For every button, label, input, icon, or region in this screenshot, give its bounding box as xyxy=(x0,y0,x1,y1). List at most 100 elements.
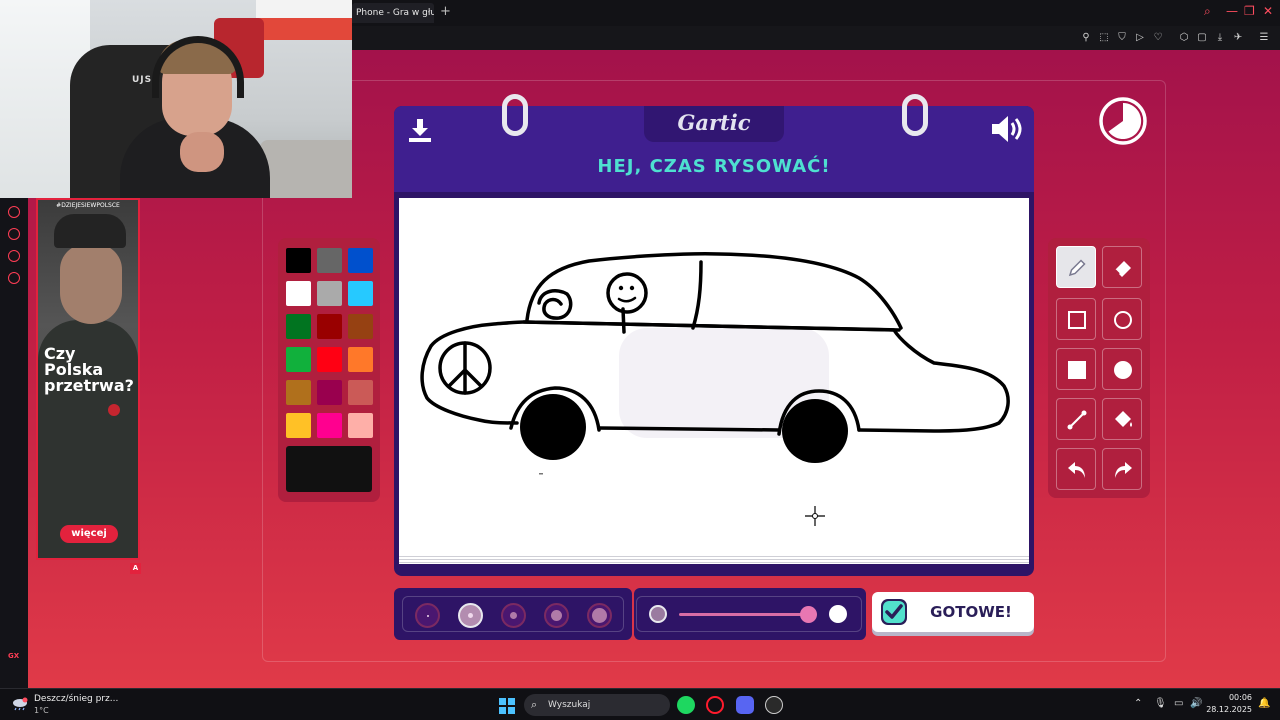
color-swatch[interactable] xyxy=(286,248,311,273)
color-palette xyxy=(278,238,380,502)
tool-ellipse-outline[interactable] xyxy=(1102,298,1142,340)
search-icon: ⌕ xyxy=(531,698,538,711)
color-swatch[interactable] xyxy=(317,248,342,273)
eraser-icon xyxy=(1114,261,1131,277)
line-icon xyxy=(1067,410,1087,430)
opacity-slider-handle[interactable] xyxy=(800,606,818,623)
undo-icon xyxy=(1068,462,1085,478)
color-swatch[interactable] xyxy=(286,413,311,438)
extensions-icon[interactable]: ⬡ xyxy=(1178,32,1190,44)
ad-headline: Czy Polska przetrwa? xyxy=(44,344,134,395)
microphone-icon[interactable]: 🎙 xyxy=(1154,698,1167,709)
app-icon[interactable] xyxy=(765,696,783,714)
color-swatch[interactable] xyxy=(348,347,373,372)
ad-medal-icon xyxy=(108,404,120,416)
tool-ellipse-filled[interactable] xyxy=(1102,348,1142,390)
brush-size-1[interactable] xyxy=(415,603,440,628)
minimize-icon[interactable]: — xyxy=(1226,4,1238,18)
tool-rectangle-outline[interactable] xyxy=(1056,298,1096,340)
speaker-icon[interactable]: 🔊 xyxy=(1190,698,1202,709)
tray-chevron-icon[interactable]: ⌃ xyxy=(1134,698,1142,709)
drawing-canvas[interactable] xyxy=(399,198,1029,558)
tool-redo[interactable] xyxy=(1102,448,1142,490)
ellipse-outline-icon xyxy=(1114,311,1132,329)
color-swatch[interactable] xyxy=(286,347,311,372)
brush-size-4[interactable] xyxy=(544,603,569,628)
tools-panel xyxy=(1048,238,1150,498)
opera-gx-icon[interactable] xyxy=(706,696,724,714)
new-tab-button[interactable]: + xyxy=(440,4,451,19)
sidebar-chat-icon[interactable] xyxy=(8,250,20,262)
color-swatch[interactable] xyxy=(317,380,342,405)
current-color-preview xyxy=(286,446,372,492)
ad-cap xyxy=(54,214,126,248)
ad-banner[interactable]: #DZIEJESIEWPOLSCE Czy Polska przetrwa? w… xyxy=(36,198,140,560)
heart-icon[interactable]: ♡ xyxy=(1152,32,1164,44)
pin-icon[interactable]: ⚲ xyxy=(1080,32,1092,44)
tool-rectangle-filled[interactable] xyxy=(1056,348,1096,390)
color-swatch[interactable] xyxy=(317,347,342,372)
color-swatch[interactable] xyxy=(317,413,342,438)
sidebar-settings-icon[interactable] xyxy=(8,272,20,284)
weather-temperature[interactable]: 1°C xyxy=(34,706,49,715)
menu-icon[interactable]: ☰ xyxy=(1258,32,1270,44)
sidebar-history-icon[interactable] xyxy=(8,228,20,240)
opacity-min-icon xyxy=(649,605,667,623)
color-swatch[interactable] xyxy=(317,314,342,339)
notifications-icon[interactable]: 🔔 xyxy=(1258,698,1270,709)
color-swatch[interactable] xyxy=(317,281,342,306)
screenshot-icon[interactable]: ⬚ xyxy=(1098,32,1110,44)
sidebar-messenger-icon[interactable] xyxy=(8,206,20,218)
tool-fill[interactable] xyxy=(1102,398,1142,440)
color-swatch[interactable] xyxy=(286,314,311,339)
clock-time[interactable]: 00:06 xyxy=(1210,693,1252,702)
volume-icon[interactable] xyxy=(990,114,1024,144)
brush-size-2[interactable] xyxy=(458,603,483,628)
network-icon[interactable]: ▭ xyxy=(1174,698,1183,709)
webcam-flag xyxy=(256,0,352,18)
check-icon xyxy=(881,599,907,625)
clock-date[interactable]: 28.12.2025 xyxy=(1206,705,1252,714)
drawing-card: Gartic HEJ, CZAS RYSOWAĆ! xyxy=(394,94,1034,576)
download-icon[interactable] xyxy=(406,116,434,144)
color-swatch[interactable] xyxy=(348,380,373,405)
crosshair-cursor-icon xyxy=(805,506,825,526)
taskbar-search-placeholder: Wyszukaj xyxy=(548,700,591,710)
color-swatch[interactable] xyxy=(348,248,373,273)
tool-line[interactable] xyxy=(1056,398,1096,440)
gx-logo-icon: GX xyxy=(8,652,20,660)
box-icon[interactable]: ▢ xyxy=(1196,32,1208,44)
color-swatch[interactable] xyxy=(286,281,311,306)
shield-icon[interactable]: ⛉ xyxy=(1116,32,1128,44)
brush-size-5[interactable] xyxy=(587,603,612,628)
brush-size-3[interactable] xyxy=(501,603,526,628)
maximize-icon[interactable]: ❐ xyxy=(1244,4,1255,18)
color-swatch[interactable] xyxy=(348,281,373,306)
opacity-slider[interactable] xyxy=(679,613,815,616)
ad-badge[interactable]: A xyxy=(130,563,141,574)
opacity-max-icon xyxy=(829,605,847,623)
download-browser-icon[interactable]: ⤓ xyxy=(1214,32,1226,44)
close-icon[interactable]: ✕ xyxy=(1263,4,1273,18)
aria-ai-icon[interactable]: ✈ xyxy=(1232,32,1244,44)
search-icon[interactable]: ⌕ xyxy=(1204,4,1211,19)
spotify-icon[interactable] xyxy=(677,696,695,714)
fill-bucket-icon xyxy=(1115,411,1132,427)
car-drawing xyxy=(420,252,1010,475)
weather-description[interactable]: Deszcz/śnieg prz... xyxy=(34,694,118,704)
draw-prompt: HEJ, CZAS RYSOWAĆ! xyxy=(597,156,831,177)
discord-icon[interactable] xyxy=(736,696,754,714)
windows-start-icon[interactable] xyxy=(499,698,515,714)
color-swatch[interactable] xyxy=(286,380,311,405)
play-icon[interactable]: ▷ xyxy=(1134,32,1146,44)
tool-eraser[interactable] xyxy=(1102,246,1142,288)
weather-rain-snow-icon[interactable] xyxy=(12,697,28,711)
browser-tab[interactable]: Phone - Gra w głuc xyxy=(352,3,434,23)
tool-undo[interactable] xyxy=(1056,448,1096,490)
color-swatch[interactable] xyxy=(348,314,373,339)
color-swatch[interactable] xyxy=(348,413,373,438)
taskbar-search[interactable]: ⌕ Wyszukaj xyxy=(524,694,670,716)
done-button[interactable]: GOTOWE! xyxy=(872,592,1034,632)
tool-pencil[interactable] xyxy=(1056,246,1096,288)
ad-more-button[interactable]: więcej xyxy=(60,525,118,543)
